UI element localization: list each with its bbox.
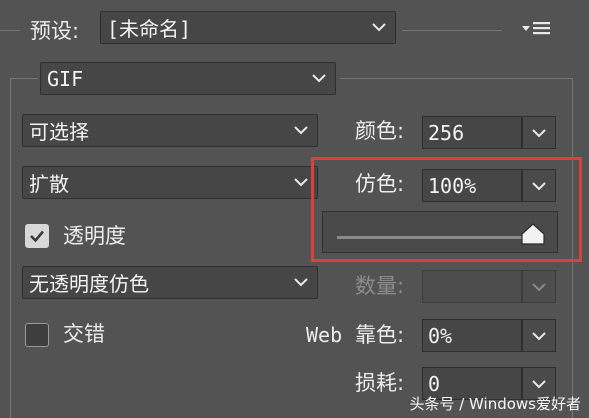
- color-reduction-value: 可选择: [29, 120, 89, 144]
- chevron-down-icon: [294, 277, 308, 286]
- chevron-down-icon: [532, 128, 546, 137]
- lossy-value: 0: [428, 371, 441, 396]
- chevron-down-icon: [294, 177, 308, 186]
- web-snap-value: 0%: [428, 323, 453, 348]
- group-frame-left: [10, 78, 11, 418]
- preset-dropdown[interactable]: [未命名]: [100, 11, 396, 44]
- watermark-text: 头条号 / Windows爱好者: [409, 395, 581, 413]
- checkmark-icon: [30, 230, 44, 243]
- highlight-box: [311, 157, 582, 262]
- group-frame-top-left: [10, 78, 38, 79]
- amount-label: 数量:: [355, 274, 405, 298]
- panel-menu-button[interactable]: [520, 18, 552, 40]
- transparency-dither-dropdown[interactable]: 无透明度仿色: [22, 266, 318, 299]
- group-frame-top-right: [340, 78, 572, 79]
- lossy-label: 损耗:: [355, 371, 405, 395]
- preset-label: 预设:: [30, 19, 80, 43]
- preset-line-right: [402, 30, 502, 31]
- web-snap-dropdown-button[interactable]: [522, 319, 556, 352]
- preset-value: [未命名]: [107, 17, 192, 41]
- format-value: GIF: [47, 66, 84, 91]
- amount-field: [422, 270, 522, 303]
- dither-algorithm-dropdown[interactable]: 扩散: [22, 166, 318, 199]
- chevron-down-icon: [312, 73, 326, 82]
- chevron-down-icon: [532, 282, 546, 291]
- panel-menu-icon: [522, 22, 550, 35]
- chevron-down-icon: [532, 379, 546, 388]
- colors-label: 颜色:: [355, 119, 405, 143]
- amount-dropdown-button: [522, 270, 556, 303]
- chevron-down-icon: [372, 22, 386, 31]
- color-reduction-dropdown[interactable]: 可选择: [22, 114, 318, 147]
- chevron-down-icon: [294, 125, 308, 134]
- chevron-down-icon: [532, 331, 546, 340]
- dither-algorithm-value: 扩散: [29, 172, 69, 196]
- interlaced-checkbox[interactable]: [25, 323, 49, 347]
- web-snap-prefix: Web: [306, 323, 343, 347]
- transparency-checkbox[interactable]: [25, 224, 49, 248]
- interlaced-label: 交错: [63, 322, 105, 346]
- web-snap-label: 靠色:: [355, 323, 405, 347]
- transparency-dither-value: 无透明度仿色: [29, 272, 149, 296]
- preset-line-left: [0, 30, 20, 31]
- transparency-label: 透明度: [63, 224, 126, 248]
- colors-dropdown-button[interactable]: [522, 116, 556, 149]
- web-snap-field[interactable]: 0%: [422, 319, 522, 352]
- colors-field[interactable]: 256: [422, 116, 522, 149]
- colors-value: 256: [428, 120, 465, 145]
- format-dropdown[interactable]: GIF: [40, 62, 336, 95]
